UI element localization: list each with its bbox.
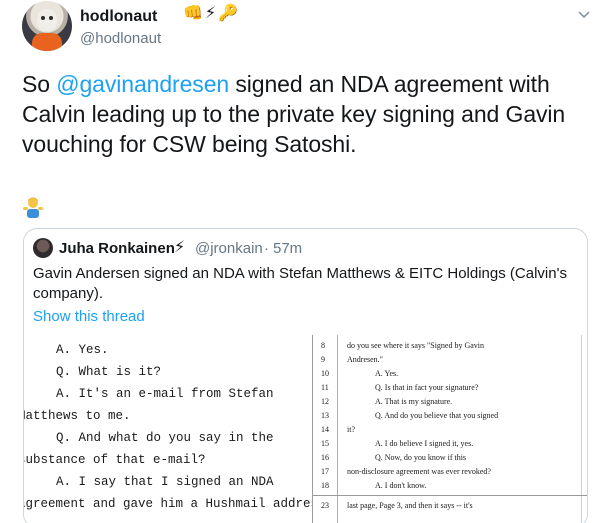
display-name[interactable]: hodlonaut xyxy=(80,8,157,26)
transcript-line: Andresen." xyxy=(347,355,383,364)
transcript-line: A. It's an e-mail from Stefan xyxy=(56,387,274,401)
tweet-text-prefix: So xyxy=(22,71,57,97)
transcript-line: Q. And do you believe that you signed xyxy=(375,411,499,420)
line-number: 14 xyxy=(321,425,329,434)
lightning-icon: ⚡ xyxy=(174,239,186,256)
quote-handle[interactable]: @jronkain xyxy=(195,240,263,257)
line-number: 8 xyxy=(321,341,325,350)
line-number: 17 xyxy=(321,467,329,476)
quote-display-name[interactable]: Juha Ronkainen xyxy=(59,240,175,257)
show-thread-link[interactable]: Show this thread xyxy=(33,308,145,325)
avatar-eye xyxy=(41,16,45,20)
name-badges: 👊 ⚡ 🔑 xyxy=(183,5,238,23)
transcript-line: it? xyxy=(347,425,355,434)
transcript-line: Q. Is that in fact your signature? xyxy=(375,383,479,392)
transcript-line: A. I say that I signed an NDA xyxy=(56,475,274,489)
user-handle[interactable]: @hodlonaut xyxy=(80,30,161,47)
line-number: 16 xyxy=(321,453,329,462)
line-number: 15 xyxy=(321,439,329,448)
key-icon: 🔑 xyxy=(218,5,239,22)
transcript-line: A. I don't know. xyxy=(375,481,427,490)
avatar[interactable] xyxy=(22,1,72,51)
transcript-image-left[interactable]: A. Yes. Q. What is it? A. It's an e-mail… xyxy=(23,335,326,523)
quote-text: Gavin Andersen signed an NDA with Stefan… xyxy=(33,265,567,302)
transcript-line: Q. And what do you say in the xyxy=(56,431,274,445)
quoted-tweet[interactable]: Juha Ronkainen ⚡ @jronkain · 57m Gavin A… xyxy=(23,228,588,523)
transcript-image-right[interactable]: 8 9 10 11 12 13 14 15 16 17 18 23 do you… xyxy=(312,335,587,523)
quote-timestamp[interactable]: 57m xyxy=(273,240,302,257)
avatar-suit xyxy=(32,33,62,51)
transcript-line: A. Yes. xyxy=(375,369,399,378)
person-shrugging-emoji-icon xyxy=(23,197,43,218)
transcript-line: last page, Page 3, and then it says -- i… xyxy=(347,501,473,510)
transcript-line: A. That is my signature. xyxy=(375,397,453,406)
tweet-text: So @gavinandresen signed an NDA agreemen… xyxy=(22,69,592,159)
avatar-face xyxy=(37,9,57,31)
transcript-line: A. I do believe I signed it, yes. xyxy=(375,439,474,448)
line-number: 11 xyxy=(321,383,329,392)
lightning-icon: ⚡ xyxy=(204,5,217,22)
transcript-line: Matthews to me. xyxy=(23,409,131,423)
transcript-line: agreement and gave him a Hushmail addres… xyxy=(23,497,326,511)
line-number: 13 xyxy=(321,411,329,420)
transcript-line: non-disclosure agreement was ever revoke… xyxy=(347,467,491,476)
line-number: 12 xyxy=(321,397,329,406)
mention-link[interactable]: @gavinandresen xyxy=(56,71,229,97)
line-number: 9 xyxy=(321,355,325,364)
transcript-line: substance of that e-mail? xyxy=(23,453,206,467)
transcript-line: do you see where it says "Signed by Gavi… xyxy=(347,341,485,350)
line-number: 18 xyxy=(321,481,329,490)
transcript-line: Q. What is it? xyxy=(56,365,162,379)
page-break-rule xyxy=(313,495,587,496)
transcript-line: Q. Now, do you know if this xyxy=(375,453,467,462)
tweet: hodlonaut 👊 ⚡ 🔑 @hodlonaut So @gavinandr… xyxy=(0,0,604,523)
quote-avatar[interactable] xyxy=(33,238,53,258)
chevron-down-icon[interactable] xyxy=(578,9,590,21)
avatar-eye xyxy=(49,16,53,20)
line-number: 23 xyxy=(321,501,329,510)
line-number: 10 xyxy=(321,369,329,378)
separator-dot: · xyxy=(264,240,269,257)
transcript-line: A. Yes. xyxy=(56,343,109,357)
fist-emoji-icon: 👊 xyxy=(183,5,203,22)
